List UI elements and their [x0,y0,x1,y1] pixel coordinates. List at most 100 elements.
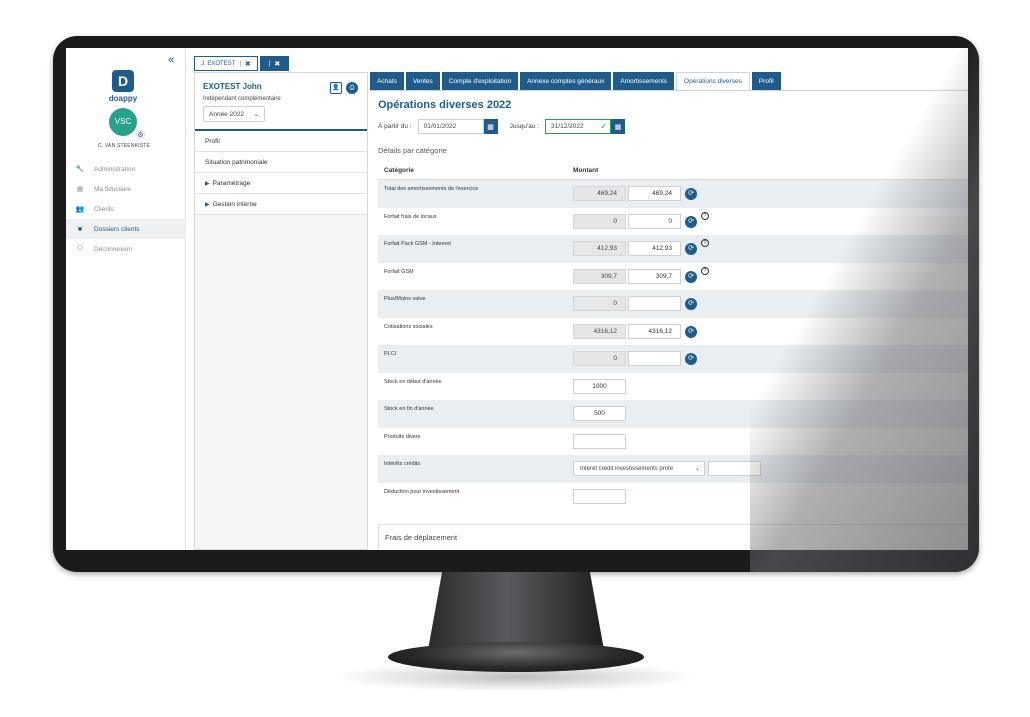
computed-amount: 309,7 [573,268,626,284]
sidebar-item-administration[interactable]: 🔧 Administration [66,159,186,179]
amount-input[interactable] [573,488,626,504]
categories-table: Catégorie Montant Total des amortissemen… [378,162,968,510]
tab-annexe-comptes-generaux[interactable]: Annexe comptes généraux [520,72,612,90]
power-icon: ⏻ [77,245,83,252]
building-icon: ▦ [76,186,84,193]
computed-amount: 469,24 [573,186,626,201]
close-all-tabs-button[interactable]: | ✖ [259,56,290,71]
from-date-label: À partir du : [378,123,412,130]
refresh-icon[interactable]: ⟳ [685,353,697,365]
sidebar-item-label: Déconnexion [94,245,132,253]
app-logo-text: doappy [108,94,138,103]
client-menu-label: Paramétrage [212,179,251,187]
sidebar-item-label: Dossiers clients [94,225,140,233]
wrench-icon: 🔧 [75,166,85,173]
amount-input[interactable]: 4316,12 [628,323,681,339]
tab-amortissements[interactable]: Amortissements [613,72,675,90]
tab-compte-exploitation[interactable]: Compte d'exploitation [441,72,519,90]
sidebar-item-deconnexion[interactable]: ⏻ Déconnexion [66,239,186,259]
client-menu-gestion-interne[interactable]: ▶ Gestion interne [195,194,367,215]
refresh-icon[interactable]: ⟳ [685,270,697,283]
table-row: PLCI 0 ⟳ [378,345,968,373]
close-icon: ✖ [274,60,281,68]
refresh-icon[interactable]: ⟳ [685,325,697,338]
year-select-value: Année 2022 [209,110,245,118]
client-menu: Profil Situation patrimoniale ▶ Paramétr… [195,131,367,215]
amount-input[interactable]: 0 [628,213,681,229]
table-row: Stock en début d'année 1000 [378,373,968,401]
table-row: Produits divers [378,428,968,456]
collapse-sidebar-icon[interactable]: « [168,54,174,66]
help-icon[interactable]: ? [701,239,709,247]
section-title: Frais de déplacement [385,533,458,542]
caret-right-icon: ▶ [205,180,210,187]
monitor-stand-neck [428,572,604,650]
computed-amount: 0 [573,296,626,311]
tab-achats[interactable]: Achats [370,72,404,90]
sidebar-item-ma-fiduciaire[interactable]: ▦ Ma fiduciaire [66,179,186,199]
column-header-category: Catégorie [384,167,414,174]
sidebar-item-dossiers-clients[interactable]: ■ Dossiers clients [66,219,186,239]
client-name: EXOTEST John [203,82,262,91]
tab-operations-diverses[interactable]: Opérations diverses [676,72,750,90]
refresh-icon[interactable]: ⟳ [685,298,697,310]
computed-amount: 4316,12 [573,323,626,339]
computed-amount: 0 [573,213,626,229]
client-type: Indépendant complémentaire [203,96,281,102]
tab-profil[interactable]: Profil [751,72,781,90]
client-menu-profil[interactable]: Profil [195,131,367,152]
print-icon[interactable]: ⎙ [346,82,358,94]
user-profile-icon[interactable]: 👤 [330,82,342,94]
calendar-icon[interactable]: ▦ [611,119,626,134]
amount-input[interactable]: 500 [573,406,626,421]
user-name: C. VAN STEENKISTE [97,143,151,149]
help-icon[interactable]: ? [701,266,709,275]
tabs-divider [370,90,968,91]
table-row: Plus/Moins value 0 ⟳ [378,290,968,318]
sidebar-item-label: Ma fiduciaire [94,185,131,193]
client-menu-label: Situation patrimoniale [205,158,268,166]
client-menu-situation-patrimoniale[interactable]: Situation patrimoniale [195,152,367,173]
amount-input[interactable] [628,351,681,366]
amount-input[interactable] [708,461,761,476]
avatar-settings-gear-icon[interactable]: ⚙ [136,130,145,139]
sidebar-item-clients[interactable]: 👥 Clients [66,199,186,219]
tab-ventes[interactable]: Ventes [405,72,440,90]
amount-input[interactable]: 1000 [573,378,626,394]
interest-type-select[interactable]: Intérêt crédit investissements profe ⌄ [573,461,705,476]
file-tab-client[interactable]: J. EXOTEST | ✖ [194,56,258,71]
table-row: Cotisations sociales 4316,12 4316,12 ⟳ [378,318,968,346]
table-row: Intérêts crédits Intérêt crédit investis… [378,455,968,483]
chevron-down-icon: ⌄ [694,466,700,472]
monitor-stand-base [388,642,644,672]
app-logo-icon: D [112,70,134,92]
client-menu-parametrage[interactable]: ▶ Paramétrage [195,173,367,194]
main-content: Achats Ventes Compte d'exploitation Anne… [370,72,968,550]
calendar-icon[interactable]: ▦ [483,119,498,134]
to-date-label: Jusqu'au : [509,123,540,130]
amount-input[interactable]: 469,24 [628,186,681,201]
table-header: Catégorie Montant [378,162,968,180]
sidebar-item-label: Administration [94,165,136,173]
to-date-input[interactable]: 31/12/2022 ✓ [545,119,612,134]
chevron-down-icon: ⌄ [253,111,259,118]
amount-input[interactable] [628,296,681,311]
refresh-icon[interactable]: ⟳ [685,215,697,228]
year-select[interactable]: Année 2022 ⌄ [203,106,265,122]
amount-input[interactable]: 309,7 [628,268,681,284]
file-tabs: J. EXOTEST | ✖ | ✖ [194,56,290,71]
computed-amount: 0 [573,351,626,366]
avatar[interactable]: VSC [109,108,137,136]
refresh-icon[interactable]: ⟳ [685,243,697,255]
close-icon[interactable]: ✖ [245,60,251,68]
refresh-icon[interactable]: ⟳ [685,188,697,200]
amount-input[interactable]: 412,93 [628,241,681,256]
amount-input[interactable] [573,433,626,449]
from-date-input[interactable]: 01/01/2022 [417,119,484,134]
table-row: Déduction pour investissement [378,483,968,511]
table-row: Forfait Pack GSM - Internet 412,93 412,9… [378,235,968,263]
help-icon[interactable]: ? [701,211,709,220]
client-panel: EXOTEST John 👤 ⎙ Indépendant complémenta… [194,72,368,550]
sidebar: « D doappy VSC ⚙ C. VAN STEENKISTE 🔧 Adm… [66,48,186,550]
frais-deplacement-section: Frais de déplacement [378,524,968,550]
